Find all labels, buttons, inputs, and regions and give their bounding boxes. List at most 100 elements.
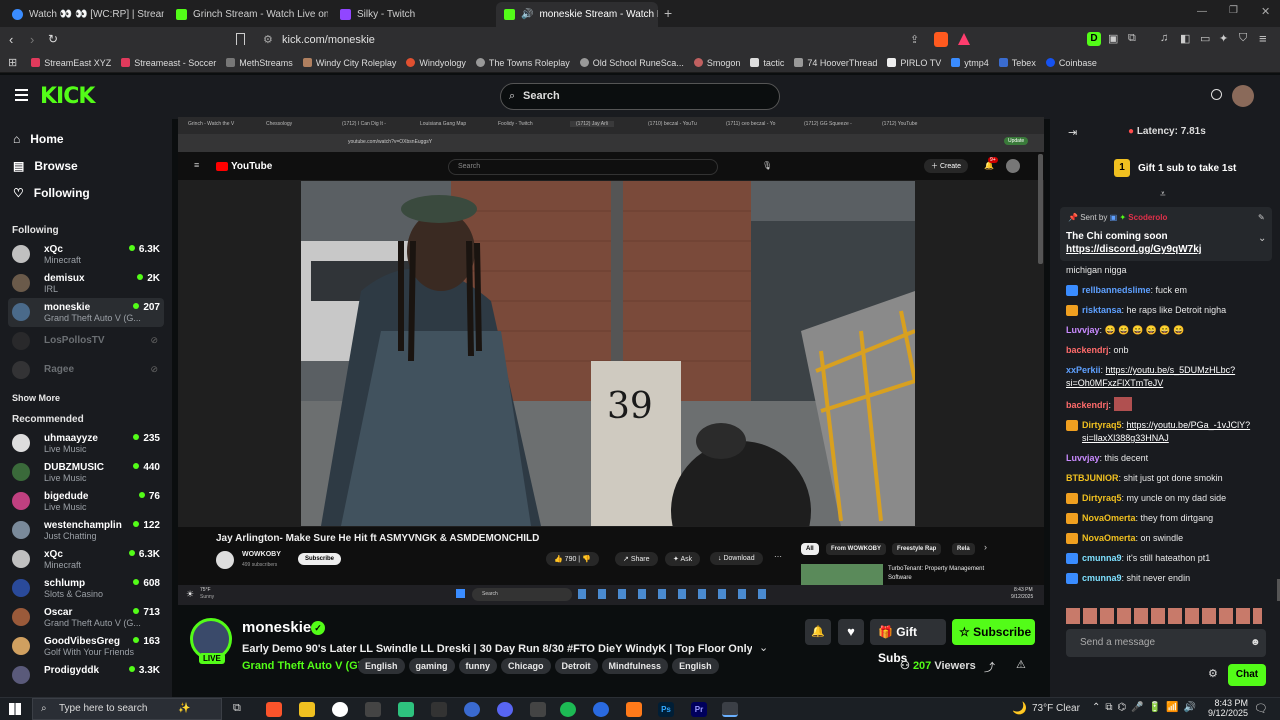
channel-item[interactable]: GoodVibesGreg Golf With Your Friends 163 — [8, 632, 164, 661]
nav-following[interactable]: ♡ Following — [0, 179, 172, 206]
channel-item[interactable]: westenchamplin Just Chatting 122 — [8, 516, 164, 545]
browser-tab-active[interactable]: 🔊 moneskie Stream - Watch Li ✕ — [496, 2, 658, 27]
user-avatar[interactable] — [1232, 85, 1254, 107]
collapse-chat-icon[interactable]: ⇥ — [1068, 126, 1077, 139]
tag[interactable]: Chicago — [501, 658, 551, 674]
chat-username[interactable]: NovaOmerta — [1082, 513, 1136, 523]
reload-icon[interactable]: ↻ — [48, 32, 58, 46]
notify-bell-button[interactable]: 🔔 — [805, 619, 831, 645]
forward-icon[interactable]: › — [30, 32, 34, 47]
taskbar-search-input[interactable]: ⌕ Type here to search ✨ — [32, 698, 222, 720]
chat-username[interactable]: Luvvjay — [1066, 453, 1100, 463]
menu-icon[interactable]: ≡ — [1259, 31, 1267, 46]
sidebar-icon[interactable]: ◧ — [1180, 32, 1190, 45]
search-input[interactable]: ⌕ Search — [500, 83, 780, 110]
chevron-down-icon[interactable]: ⌄ — [1258, 233, 1266, 244]
report-warning-icon[interactable]: ⚠ — [1016, 658, 1026, 671]
app-icon[interactable] — [530, 702, 546, 717]
follow-heart-button[interactable]: ♥ — [838, 619, 864, 645]
chat-username[interactable]: backendrj — [1066, 345, 1109, 355]
app-icon[interactable] — [365, 702, 381, 717]
browser-tab[interactable]: Silky - Twitch — [332, 4, 492, 24]
channel-item-offline[interactable]: LosPollosTV ⊘ — [8, 327, 164, 356]
chevron-down-icon[interactable]: ⌄ — [759, 641, 768, 654]
channel-item[interactable]: uhmaayyze Live Music 235 — [8, 429, 164, 458]
stream-category-link[interactable]: Grand Theft Auto V (GTA) — [242, 660, 375, 672]
bookmark-item[interactable]: Coinbase — [1045, 58, 1097, 68]
gift-leaderboard-text[interactable]: Gift 1 sub to take 1st — [1138, 163, 1236, 174]
chat-username[interactable]: risktansa — [1082, 305, 1122, 315]
chat-message-input[interactable]: Send a message ☻ — [1066, 629, 1266, 657]
taskbar-clock[interactable]: 8:43 PM 9/12/2025 — [1206, 698, 1248, 718]
subscribe-button[interactable]: ☆ Subscribe — [952, 619, 1035, 645]
send-chat-button[interactable]: Chat — [1228, 664, 1266, 686]
media-icon[interactable]: ♫ — [1160, 32, 1168, 44]
notifications-icon[interactable] — [1211, 89, 1222, 100]
brave-browser-icon[interactable] — [266, 702, 282, 717]
bookmark-item[interactable]: Old School RuneSca... — [579, 58, 684, 68]
chat-username[interactable]: cmunna9 — [1082, 573, 1122, 583]
bookmark-item[interactable]: MethStreams — [226, 58, 293, 68]
photoshop-icon[interactable]: Ps — [658, 702, 674, 717]
tag[interactable]: English — [358, 658, 405, 674]
browser-tab[interactable]: Watch 👀 👀 [WC:RP] | Streamable — [4, 4, 164, 24]
system-tray-icons[interactable]: ⌃⧉⌬🎤🔋📶🔊 — [1092, 702, 1201, 713]
streamer-name[interactable]: moneskie — [242, 619, 311, 636]
active-app-icon[interactable] — [722, 702, 738, 717]
apps-grid-icon[interactable]: ⊞ — [8, 56, 17, 69]
share-icon[interactable]: ⇪ — [910, 33, 919, 46]
bookmark-item[interactable]: Windyology — [406, 58, 466, 68]
notification-center-icon[interactable]: 🗨 — [1254, 702, 1268, 715]
gift-subs-button[interactable]: 🎁 Gift Subs — [870, 619, 946, 665]
chat-username[interactable]: xxPerkii — [1066, 365, 1101, 375]
tag[interactable]: Detroit — [554, 658, 598, 674]
chat-username[interactable]: Dirtyraq5 — [1082, 420, 1122, 430]
bookmark-item[interactable]: tactic — [750, 58, 784, 68]
bookmark-item[interactable]: ytmp4 — [951, 58, 989, 68]
bookmark-item[interactable]: Streameast - Soccer — [121, 58, 216, 68]
site-info-icon[interactable]: ⚙ — [263, 30, 273, 50]
extension-icon[interactable]: ▣ — [1108, 32, 1118, 45]
minimize-button[interactable]: — — [1197, 6, 1207, 17]
weather-text[interactable]: 73°F Clear — [1032, 703, 1080, 714]
channel-item-selected[interactable]: moneskie Grand Theft Auto V (G... 207 — [8, 298, 164, 327]
bookmark-item[interactable]: PIRLO TV — [887, 58, 941, 68]
wallet-icon[interactable]: ▭ — [1200, 32, 1210, 45]
windows-start-icon[interactable] — [9, 703, 21, 715]
screenshot-icon[interactable]: ⧉ — [1128, 32, 1136, 45]
channel-item[interactable]: bigedude Live Music 76 — [8, 487, 164, 516]
vpn-shield-icon[interactable]: ⛉ — [1239, 32, 1247, 45]
chat-username[interactable]: Dirtyraq5 — [1082, 493, 1122, 503]
tag[interactable]: English — [672, 658, 719, 674]
chat-settings-gear-icon[interactable]: ⚙ — [1208, 667, 1218, 680]
emoji-picker-icon[interactable]: ☻ — [1250, 629, 1261, 657]
show-more-link[interactable]: Show More — [0, 385, 172, 407]
pinned-link[interactable]: https://discord.gg/Gy9qW7kj — [1066, 244, 1202, 255]
brave-shield-icon[interactable] — [934, 32, 948, 47]
discord-icon[interactable] — [497, 702, 513, 717]
unpin-icon[interactable]: ✎ — [1258, 213, 1265, 222]
hamburger-menu-icon[interactable] — [15, 89, 28, 91]
expand-leaderboard-icon[interactable]: ⩡ — [1160, 189, 1166, 200]
channel-item-offline[interactable]: Ragee ⊘ — [8, 356, 164, 385]
channel-item[interactable]: Oscar Grand Theft Auto V (G... 713 — [8, 603, 164, 632]
file-explorer-icon[interactable] — [299, 702, 315, 717]
chat-username[interactable]: backendrj — [1066, 400, 1109, 410]
share-icon[interactable]: ⤴ — [984, 659, 995, 675]
extension-d-icon[interactable]: D — [1087, 32, 1101, 46]
close-window-button[interactable]: ✕ — [1261, 5, 1270, 18]
capcut-icon[interactable] — [431, 702, 447, 717]
task-view-icon[interactable]: ⧉ — [233, 702, 249, 717]
premiere-icon[interactable]: Pr — [691, 702, 707, 717]
nav-home[interactable]: ⌂ Home — [0, 125, 172, 152]
channel-item[interactable]: demisux IRL 2K — [8, 269, 164, 298]
tag[interactable]: gaming — [408, 658, 455, 674]
bookmark-item[interactable]: 74 HooverThread — [794, 58, 877, 68]
app-icon[interactable] — [464, 702, 480, 717]
spotify-icon[interactable] — [560, 702, 576, 717]
nav-browse[interactable]: ▤ Browse — [0, 152, 172, 179]
video-player[interactable]: Grinch - Watch the V Chessology (1712) I… — [178, 117, 1044, 605]
channel-item[interactable]: Prodigyddk 3.3K — [8, 661, 164, 684]
back-icon[interactable]: ‹ — [9, 32, 13, 47]
channel-item[interactable]: xQc Minecraft 6.3K — [8, 240, 164, 269]
